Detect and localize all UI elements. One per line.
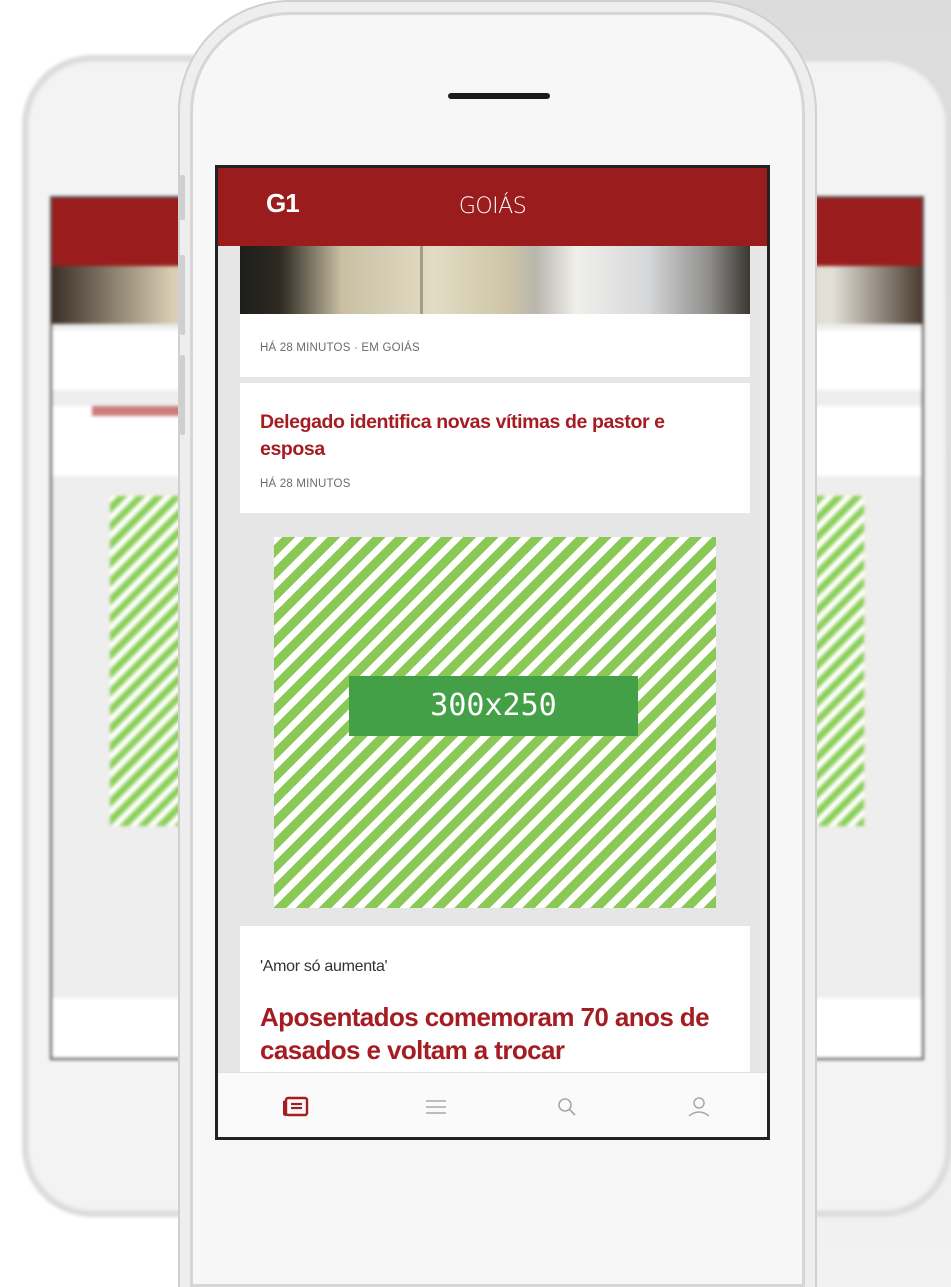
phone-mute-switch (180, 175, 185, 220)
news-meta: HÁ 28 MINUTOS (260, 478, 351, 490)
phone-speaker (448, 93, 550, 99)
tab-news[interactable] (256, 1073, 336, 1137)
phone-volume-down-button (180, 355, 185, 435)
photo-detail (420, 246, 423, 314)
news-card[interactable]: HÁ 28 MINUTOS · EM GOIÁS (240, 246, 750, 377)
tab-menu[interactable] (396, 1073, 476, 1137)
phone-volume-up-button (180, 255, 185, 335)
tab-bar (218, 1072, 767, 1137)
news-headline[interactable]: Aposentados comemoram 70 anos de casados… (260, 1001, 740, 1067)
tab-search[interactable] (527, 1073, 607, 1137)
app-header: G1 GOIÁS (218, 168, 767, 246)
news-headline[interactable]: Delegado identifica novas vítimas de pas… (260, 409, 730, 463)
menu-icon (426, 1100, 446, 1114)
news-feed: HÁ 28 MINUTOS · EM GOIÁS Delegado identi… (240, 246, 750, 1076)
news-photo (240, 246, 750, 314)
news-card[interactable]: Delegado identifica novas vítimas de pas… (240, 383, 750, 513)
tab-profile[interactable] (659, 1073, 739, 1137)
news-kicker: 'Amor só aumenta' (260, 958, 388, 975)
news-icon (283, 1096, 309, 1117)
search-icon (558, 1098, 576, 1116)
news-card[interactable]: 'Amor só aumenta' Aposentados comemoram … (240, 926, 750, 1076)
user-icon (688, 1097, 710, 1117)
phone-screen: G1 GOIÁS HÁ 28 MINUTOS · EM GOIÁS Delega… (215, 165, 770, 1140)
ad-placeholder[interactable]: 300x250 (274, 537, 716, 908)
ad-size-label: 300x250 (349, 676, 638, 736)
news-meta: HÁ 28 MINUTOS · EM GOIÁS (260, 342, 420, 354)
page-title: GOIÁS (458, 194, 527, 219)
